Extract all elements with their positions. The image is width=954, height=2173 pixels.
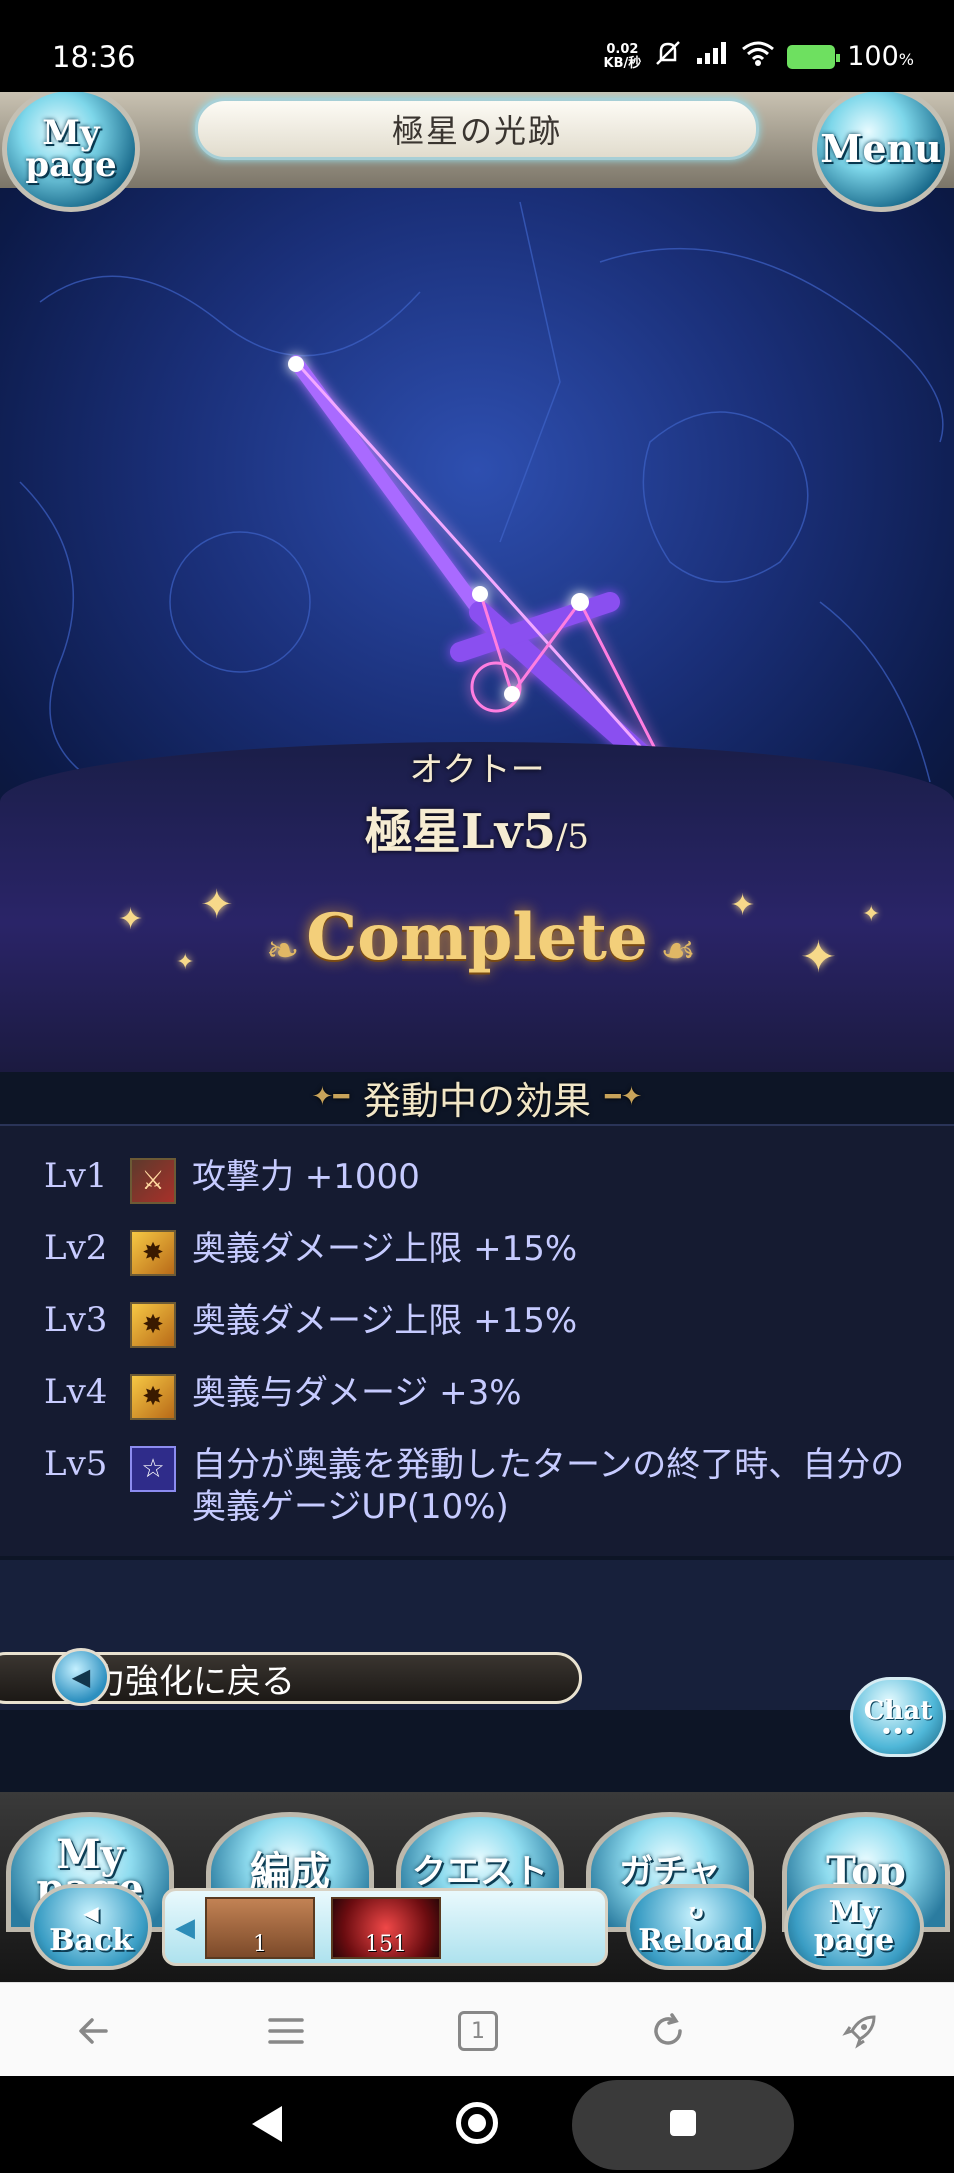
ougi-damage-up-icon: ✸ — [130, 1374, 176, 1420]
tray-left-arrow-icon[interactable]: ◀ — [175, 1913, 195, 1943]
effect-row-lv4: Lv4 ✸ 奥義与ダメージ +3% — [44, 1372, 912, 1420]
game-header: 極星の光跡 — [0, 92, 954, 188]
attack-up-icon: ⚔ — [130, 1158, 176, 1204]
nav-back-button[interactable]: ◀ Back — [30, 1884, 152, 1970]
effect-row-lv2: Lv2 ✸ 奥義ダメージ上限 +15% — [44, 1228, 912, 1276]
chat-button[interactable]: Chat ••• — [850, 1677, 946, 1757]
page-title: 極星の光跡 — [391, 112, 562, 150]
battery-level: 100% — [847, 41, 914, 72]
effect-row-lv1: Lv1 ⚔ 攻撃力 +1000 — [44, 1156, 912, 1204]
browser-back-icon[interactable] — [66, 2003, 122, 2059]
crest-level-current: 極星Lv5 — [364, 804, 556, 860]
effect-row-lv3: Lv3 ✸ 奥義ダメージ上限 +15% — [44, 1300, 912, 1348]
system-nav-bar — [0, 2076, 954, 2173]
browser-tabs-button[interactable]: 1 — [450, 2003, 506, 2059]
ellipsis-icon: ••• — [880, 1721, 916, 1742]
stamina-item[interactable]: 151 — [331, 1897, 441, 1959]
star-icon: ☆ — [130, 1446, 176, 1492]
title-plate: 極星の光跡 — [195, 98, 759, 160]
effect-text: 攻撃力 +1000 — [192, 1157, 420, 1197]
complete-label: Complete — [306, 900, 648, 975]
crest-name: オクトー — [409, 750, 545, 790]
browser-menu-icon[interactable] — [258, 2003, 314, 2059]
game-viewport: 極星の光跡 My page Menu オクトー 極星Lv5/5 ✦ ✦ ✦ ✦ ✦… — [0, 92, 954, 1982]
browser-refresh-icon[interactable] — [640, 2003, 696, 2059]
ornament-right-icon: ━✦ — [605, 1082, 643, 1112]
browser-rocket-icon[interactable] — [832, 2003, 888, 2059]
back-arrow-icon[interactable]: ◀ — [52, 1648, 110, 1706]
crest-level: 極星Lv5/5 — [0, 792, 954, 862]
nav-reload-button[interactable]: ↻ Reload — [626, 1884, 766, 1970]
signal-icon — [695, 40, 729, 73]
battery-icon — [787, 44, 841, 69]
tab-count: 1 — [458, 2011, 498, 2051]
effects-section-title: 発動中の効果 — [362, 1078, 591, 1123]
crest-level-max: /5 — [555, 817, 590, 857]
effect-text: 奥義与ダメージ +3% — [192, 1373, 522, 1413]
system-home-icon[interactable] — [456, 2102, 498, 2144]
browser-toolbar: 1 — [0, 1982, 954, 2076]
effect-level: Lv3 — [44, 1300, 108, 1340]
system-back-icon[interactable] — [252, 2106, 282, 2142]
effect-level: Lv5 — [44, 1444, 108, 1484]
effect-text: 自分が奥義を発動したターンの終了時、自分の奥義ゲージUP(10%) — [192, 1445, 905, 1527]
net-speed: 0.02 KB/秒 — [603, 41, 642, 71]
effect-text: 奥義ダメージ上限 +15% — [192, 1229, 578, 1269]
mute-icon — [653, 38, 683, 75]
effects-list: Lv1 ⚔ 攻撃力 +1000 Lv2 ✸ 奥義ダメージ上限 +15% Lv3 … — [0, 1124, 954, 1556]
status-icons: 0.02 KB/秒 100% — [604, 38, 914, 75]
ougi-cap-up-icon: ✸ — [130, 1302, 176, 1348]
wifi-icon — [741, 39, 775, 74]
status-bar: 18:36 0.02 KB/秒 100% — [0, 0, 954, 92]
ornament-left-icon: ✦━ — [311, 1082, 349, 1112]
effect-level: Lv2 — [44, 1228, 108, 1268]
item-tray: ◀ 1 151 — [162, 1888, 608, 1966]
nav-mypage-small-button[interactable]: My page — [784, 1884, 924, 1970]
effect-level: Lv4 — [44, 1372, 108, 1412]
effect-level: Lv1 — [44, 1156, 108, 1196]
status-time: 18:36 — [52, 40, 136, 74]
system-recents-icon[interactable] — [670, 2110, 696, 2136]
potion-item[interactable]: 1 — [205, 1897, 315, 1959]
ougi-cap-up-icon: ✸ — [130, 1230, 176, 1276]
effect-row-lv5: Lv5 ☆ 自分が奥義を発動したターンの終了時、自分の奥義ゲージUP(10%) — [44, 1444, 912, 1528]
effect-text: 奥義ダメージ上限 +15% — [192, 1301, 578, 1341]
